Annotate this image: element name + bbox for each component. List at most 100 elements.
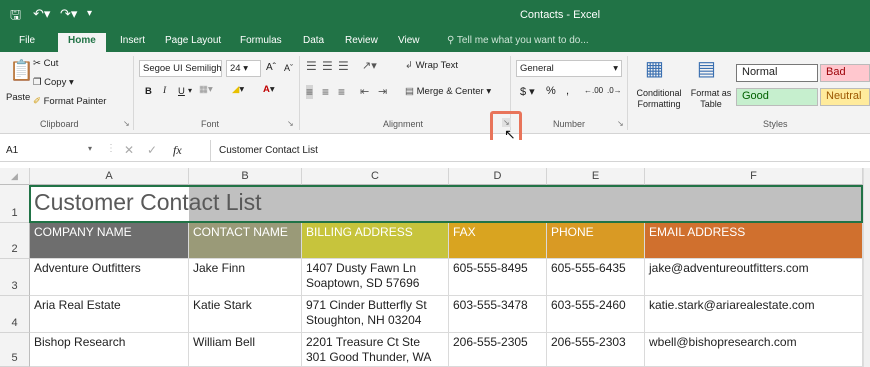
name-box[interactable]: A1 <box>6 145 18 156</box>
orientation-icon[interactable]: ↗▾ <box>362 59 377 72</box>
cut-button[interactable]: ✂ Cut <box>33 58 58 69</box>
style-good[interactable]: Good <box>736 88 818 106</box>
tab-view[interactable]: View <box>398 35 420 46</box>
table-cell[interactable]: Katie Stark <box>189 296 302 333</box>
column-header-e[interactable]: E <box>547 168 645 185</box>
wrap-text-button[interactable]: ↲ Wrap Text <box>405 60 458 71</box>
percent-button[interactable]: % <box>546 85 556 97</box>
table-cell[interactable]: jake@adventureoutfitters.com <box>645 259 863 296</box>
column-header-d[interactable]: D <box>449 168 547 185</box>
clipboard-launcher-icon[interactable]: ↘ <box>123 119 130 128</box>
column-header-f[interactable]: F <box>645 168 863 185</box>
table-cell[interactable]: Jake Finn <box>189 259 302 296</box>
formula-input[interactable]: Customer Contact List <box>210 140 318 162</box>
copy-button[interactable]: ❐ Copy ▾ <box>33 77 74 88</box>
font-color-icon[interactable]: A▾ <box>263 84 275 95</box>
row-header-4[interactable]: 4 <box>0 296 30 333</box>
italic-button[interactable]: I <box>163 86 166 96</box>
column-header-b[interactable]: B <box>189 168 302 185</box>
paste-button[interactable]: Paste <box>6 92 30 103</box>
tab-insert[interactable]: Insert <box>120 35 145 46</box>
header-phone[interactable]: PHONE <box>547 223 645 259</box>
underline-dropdown-icon[interactable]: ▾ <box>188 86 192 95</box>
fill-color-icon[interactable]: ◢▾ <box>232 84 244 95</box>
table-cell[interactable]: Aria Real Estate <box>30 296 189 333</box>
font-name-dropdown[interactable]: Segoe UI Semiligh ▾ <box>139 60 222 77</box>
tab-home[interactable]: Home <box>58 33 106 52</box>
enter-icon[interactable]: ✓ <box>147 143 157 157</box>
table-cell[interactable]: Adventure Outfitters <box>30 259 189 296</box>
conditional-formatting-button[interactable]: Conditional Formatting <box>633 88 685 110</box>
format-as-table-button[interactable]: Format as Table <box>688 88 734 110</box>
table-cell-address[interactable]: 1407 Dusty Fawn Ln Soaptown, SD 57696 <box>302 259 449 296</box>
table-cell-address[interactable]: 2201 Treasure Ct Ste 301 Good Thunder, WA <box>302 333 449 367</box>
style-normal[interactable]: Normal <box>736 64 818 82</box>
currency-button[interactable]: $ ▾ <box>520 85 535 98</box>
row-header-3[interactable]: 3 <box>0 259 30 296</box>
selection-border <box>29 185 863 223</box>
decrease-indent-icon[interactable]: ⇤ <box>360 85 369 98</box>
column-header-c[interactable]: C <box>302 168 449 185</box>
cancel-icon[interactable]: ✕ <box>124 143 134 157</box>
header-billing-address[interactable]: BILLING ADDRESS <box>302 223 449 259</box>
column-header-a[interactable]: A <box>30 168 189 185</box>
header-company-name[interactable]: COMPANY NAME <box>30 223 189 259</box>
header-email-address[interactable]: EMAIL ADDRESS <box>645 223 863 259</box>
header-contact-name[interactable]: CONTACT NAME <box>189 223 302 259</box>
insert-function-icon[interactable]: fx <box>173 143 182 158</box>
top-align-icon[interactable]: ☰ <box>306 59 317 73</box>
shrink-font-icon[interactable]: Aˇ <box>284 63 293 73</box>
increase-indent-icon[interactable]: ⇥ <box>378 85 387 98</box>
paste-icon[interactable]: 📋 <box>9 58 34 83</box>
align-center-icon[interactable]: ≡ <box>322 85 329 99</box>
row-header-2[interactable]: 2 <box>0 223 30 259</box>
comma-button[interactable]: , <box>566 85 569 97</box>
align-right-icon[interactable]: ≡ <box>338 85 345 99</box>
table-cell[interactable]: wbell@bishopresearch.com <box>645 333 863 367</box>
table-cell[interactable]: 603-555-3478 <box>449 296 547 333</box>
table-cell[interactable]: 603-555-2460 <box>547 296 645 333</box>
tab-formulas[interactable]: Formulas <box>240 35 282 46</box>
tab-review[interactable]: Review <box>345 35 378 46</box>
bottom-align-icon[interactable]: ☰ <box>338 59 349 73</box>
format-as-table-icon: ▤ <box>697 58 716 80</box>
table-cell[interactable]: 206-555-2305 <box>449 333 547 367</box>
table-cell[interactable]: 605-555-8495 <box>449 259 547 296</box>
tab-file[interactable]: File <box>19 35 35 46</box>
styles-group-label: Styles <box>763 119 788 129</box>
middle-align-icon[interactable]: ☰ <box>322 59 333 73</box>
table-cell[interactable]: William Bell <box>189 333 302 367</box>
decrease-decimal-icon[interactable]: .0→ <box>607 86 622 95</box>
table-cell-address[interactable]: 971 Cinder Butterfly St Stoughton, NH 032… <box>302 296 449 333</box>
table-cell[interactable]: 605-555-6435 <box>547 259 645 296</box>
font-size-dropdown[interactable]: 24 ▾ <box>226 60 261 77</box>
tab-page-layout[interactable]: Page Layout <box>165 35 221 46</box>
vertical-scrollbar[interactable] <box>863 168 870 367</box>
table-cell[interactable]: 206-555-2303 <box>547 333 645 367</box>
row-header-1[interactable]: 1 <box>0 185 30 223</box>
grow-font-icon[interactable]: Aˆ <box>266 62 276 73</box>
borders-icon[interactable]: ▦▾ <box>199 84 213 95</box>
select-all-corner[interactable]: ◢ <box>0 168 30 185</box>
merge-center-button[interactable]: ▤ Merge & Center ▾ <box>405 86 491 97</box>
font-launcher-icon[interactable]: ↘ <box>287 119 294 128</box>
window-title: Contacts - Excel <box>519 9 601 21</box>
name-box-dropdown-icon[interactable]: ▾ <box>88 144 92 153</box>
number-launcher-icon[interactable]: ↘ <box>617 119 624 128</box>
bold-button[interactable]: B <box>145 86 152 97</box>
table-cell[interactable]: Bishop Research <box>30 333 189 367</box>
row-header-5[interactable]: 5 <box>0 333 30 367</box>
align-left-icon[interactable]: ≡ <box>306 85 314 99</box>
style-neutral[interactable]: Neutral <box>820 88 870 106</box>
number-group-label: Number <box>553 119 586 129</box>
number-format-dropdown[interactable]: General ▾ <box>516 60 622 77</box>
tell-me-box[interactable]: ⚲ Tell me what you want to do... <box>447 35 589 46</box>
format-painter-button[interactable]: ✐ Format Painter <box>33 96 106 107</box>
tab-data[interactable]: Data <box>303 35 324 46</box>
table-cell[interactable]: katie.stark@ariarealestate.com <box>645 296 863 333</box>
header-fax[interactable]: FAX <box>449 223 547 259</box>
copy-icon: ❐ <box>33 77 45 88</box>
underline-button[interactable]: U <box>178 86 185 97</box>
style-bad[interactable]: Bad <box>820 64 870 82</box>
increase-decimal-button[interactable]: ←.00 <box>584 86 603 95</box>
